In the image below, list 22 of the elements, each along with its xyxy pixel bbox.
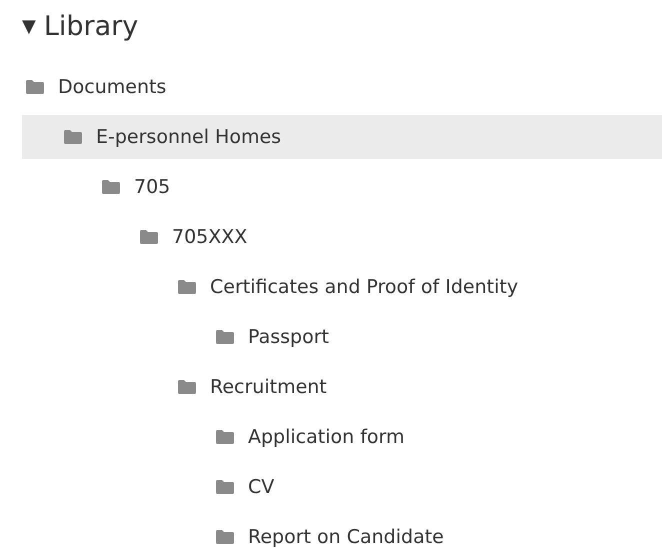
- folder-icon: [216, 330, 234, 344]
- tree-item[interactable]: Recruitment: [22, 365, 662, 409]
- tree-item[interactable]: E-personnel Homes: [22, 115, 662, 159]
- tree-item[interactable]: 705: [22, 165, 662, 209]
- folder-icon: [140, 230, 158, 244]
- tree-item[interactable]: Certificates and Proof of Identity: [22, 265, 662, 309]
- tree-item[interactable]: CV: [22, 465, 662, 509]
- tree-item[interactable]: Passport: [22, 315, 662, 359]
- folder-icon: [102, 180, 120, 194]
- section-title: Library: [44, 10, 138, 42]
- folder-icon: [178, 380, 196, 394]
- folder-icon: [64, 130, 82, 144]
- tree-item[interactable]: Documents: [22, 65, 662, 109]
- tree-item[interactable]: 705XXX: [22, 215, 662, 259]
- folder-icon: [216, 480, 234, 494]
- folder-icon: [26, 80, 44, 94]
- tree-item[interactable]: Report on Candidate: [22, 515, 662, 552]
- folder-icon: [178, 280, 196, 294]
- collapse-toggle[interactable]: ▼: [22, 16, 36, 36]
- tree-item[interactable]: Application form: [22, 415, 662, 459]
- folder-icon: [216, 430, 234, 444]
- folder-icon: [216, 530, 234, 544]
